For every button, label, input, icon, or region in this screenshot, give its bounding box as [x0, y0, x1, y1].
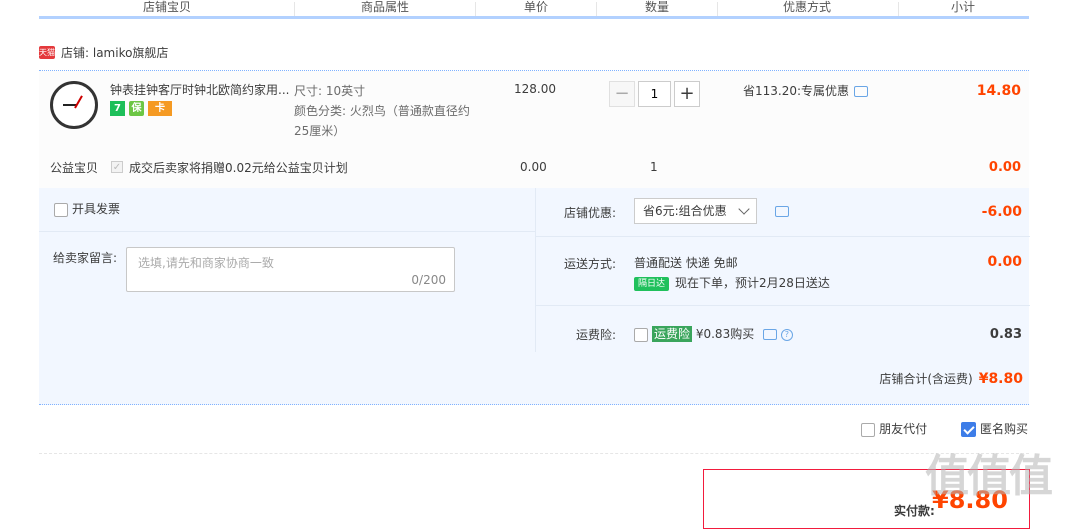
tmall-icon: 天猫	[39, 46, 55, 59]
order-options: 开具发票 给卖家留言: 选填,请先和商家协商一致 0/200 店铺优惠: 省6元…	[39, 188, 1030, 405]
ship-label: 运送方式:	[563, 257, 616, 271]
shop-discount-value: 省6元:组合优惠	[643, 204, 727, 218]
insurance-tag: 运费险	[652, 326, 693, 342]
charity-label: 公益宝贝	[50, 161, 99, 175]
shop-discount-select[interactable]: 省6元:组合优惠	[634, 198, 757, 224]
decrease-button[interactable]: −	[609, 81, 635, 107]
chevron-down-icon	[738, 203, 750, 215]
left-options: 开具发票 给卖家留言: 选填,请先和商家协商一致 0/200	[39, 188, 535, 352]
column-header: 店铺宝贝 商品属性 单价 数量 优惠方式 小计	[39, 0, 1029, 19]
message-counter: 0/200	[411, 273, 446, 287]
item-subtotal: 14.80	[976, 83, 1021, 99]
insurance-label: 运费险:	[575, 328, 616, 342]
shop-total-label: 店铺合计(含运费)	[879, 372, 973, 386]
shop-discount-amount: -6.00	[981, 204, 1022, 220]
watermark: 值值值	[925, 451, 1053, 502]
next-day-tag: 隔日达	[634, 276, 670, 291]
insurance-option: 运费险 ¥0.83购买 ?	[634, 325, 793, 342]
payment-options: 朋友代付 匿名购买	[831, 420, 1028, 440]
col-subtotal: 小计	[951, 0, 976, 14]
help-icon[interactable]: ?	[780, 328, 793, 341]
col-price: 单价	[524, 0, 549, 14]
product-attributes: 尺寸: 10英寸 颜色分类: 火烈鸟（普通款直径约25厘米）	[294, 81, 484, 141]
message-textarea[interactable]: 选填,请先和商家协商一致 0/200	[126, 247, 455, 292]
shop-discount-label: 店铺优惠:	[563, 206, 616, 220]
quantity-stepper: −+	[609, 81, 700, 107]
anonymous-checkbox[interactable]	[960, 422, 976, 437]
ship-method: 普通配送 快递 免邮	[634, 256, 738, 270]
anonymous-option[interactable]: 匿名购买	[960, 420, 1028, 437]
ship-amount: 0.00	[987, 254, 1022, 270]
charity-text: 成交后卖家将捐赠0.02元给公益宝贝计划	[129, 161, 348, 175]
credit-card-icon[interactable]: 卡	[148, 101, 172, 116]
col-item: 店铺宝贝	[143, 0, 192, 14]
message-label: 给卖家留言:	[53, 251, 118, 265]
friend-pay-label: 朋友代付	[879, 422, 928, 436]
comment-icon[interactable]	[763, 329, 778, 340]
right-options: 店铺优惠: 省6元:组合优惠 -6.00 运送方式: 普通配送 快递 免邮 隔日…	[535, 188, 1030, 352]
col-qty: 数量	[645, 0, 670, 14]
message-placeholder: 选填,请先和商家协商一致	[138, 256, 274, 270]
unit-price: 128.00	[514, 82, 556, 96]
charity-subtotal: 0.00	[988, 160, 1021, 175]
charity-checkbox: ✓	[111, 161, 123, 173]
friend-pay-option[interactable]: 朋友代付	[861, 420, 927, 437]
service-badges: 7保卡	[110, 101, 176, 117]
col-attr: 商品属性	[361, 0, 410, 14]
attr-size: 尺寸: 10英寸	[294, 84, 366, 98]
shop-row: 天猫 店铺: lamiko旗舰店	[39, 40, 1029, 71]
insurance-amount: 0.83	[989, 327, 1022, 342]
divider	[39, 453, 1029, 455]
attr-color: 颜色分类: 火烈鸟（普通款直径约25厘米）	[294, 104, 470, 138]
ship-eta: 现在下单，预计2月28日送达	[675, 276, 830, 290]
shop-total-amount: ¥8.80	[978, 371, 1023, 387]
comment-icon[interactable]	[775, 206, 789, 217]
discount-info: 省113.20:专属优惠	[743, 82, 869, 99]
invoice-checkbox[interactable]	[54, 202, 68, 217]
pay-label: 实付款:	[894, 504, 935, 518]
anonymous-label: 匿名购买	[979, 422, 1028, 436]
guarantee-icon[interactable]: 保	[129, 101, 144, 116]
invoice-option[interactable]: 开具发票	[54, 200, 120, 217]
product-thumbnail[interactable]	[50, 81, 98, 129]
friend-pay-checkbox[interactable]	[861, 422, 876, 437]
insurance-price: ¥0.83购买	[695, 327, 755, 341]
shop-name[interactable]: 店铺: lamiko旗舰店	[61, 44, 168, 61]
comment-icon[interactable]	[854, 86, 869, 97]
insurance-checkbox[interactable]	[634, 327, 648, 342]
charity-qty: 1	[650, 160, 658, 174]
quantity-input[interactable]	[638, 81, 671, 107]
charity-price: 0.00	[520, 160, 547, 174]
col-discount: 优惠方式	[783, 0, 832, 14]
discount-text: 省113.20:专属优惠	[743, 84, 850, 98]
increase-button[interactable]: +	[674, 81, 700, 107]
seven-day-return-icon[interactable]: 7	[110, 101, 125, 116]
invoice-label: 开具发票	[72, 202, 121, 216]
shop-total: 店铺合计(含运费) ¥8.80	[879, 370, 1023, 387]
ship-eta-row: 隔日达 现在下单，预计2月28日送达	[634, 274, 830, 291]
order-item: 钟表挂钟客厅时钟北欧简约家用... 7保卡 尺寸: 10英寸 颜色分类: 火烈鸟…	[39, 71, 1029, 189]
product-title[interactable]: 钟表挂钟客厅时钟北欧简约家用...	[110, 81, 290, 98]
